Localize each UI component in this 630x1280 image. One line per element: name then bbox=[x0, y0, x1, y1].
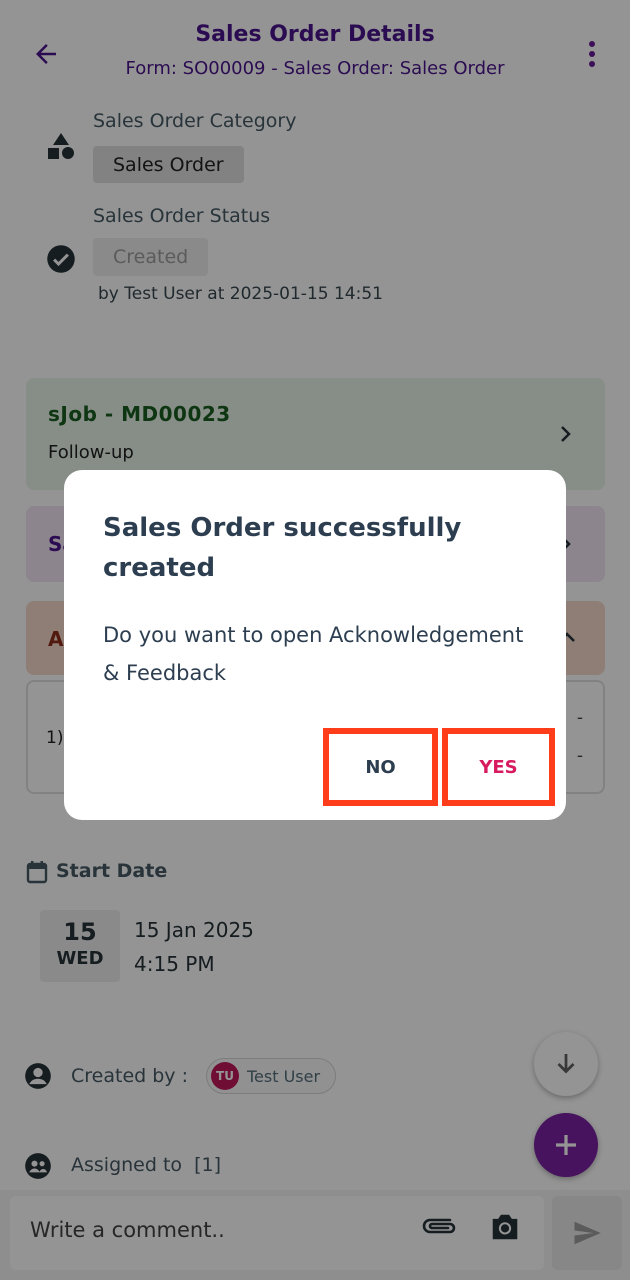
dialog-message: Do you want to open Acknowledgement & Fe… bbox=[103, 623, 524, 685]
yes-button[interactable]: YES bbox=[442, 728, 555, 806]
confirm-dialog: Sales Order successfully created Do you … bbox=[64, 470, 566, 820]
dialog-title: Sales Order successfully created bbox=[103, 513, 462, 583]
no-button[interactable]: NO bbox=[323, 728, 438, 806]
